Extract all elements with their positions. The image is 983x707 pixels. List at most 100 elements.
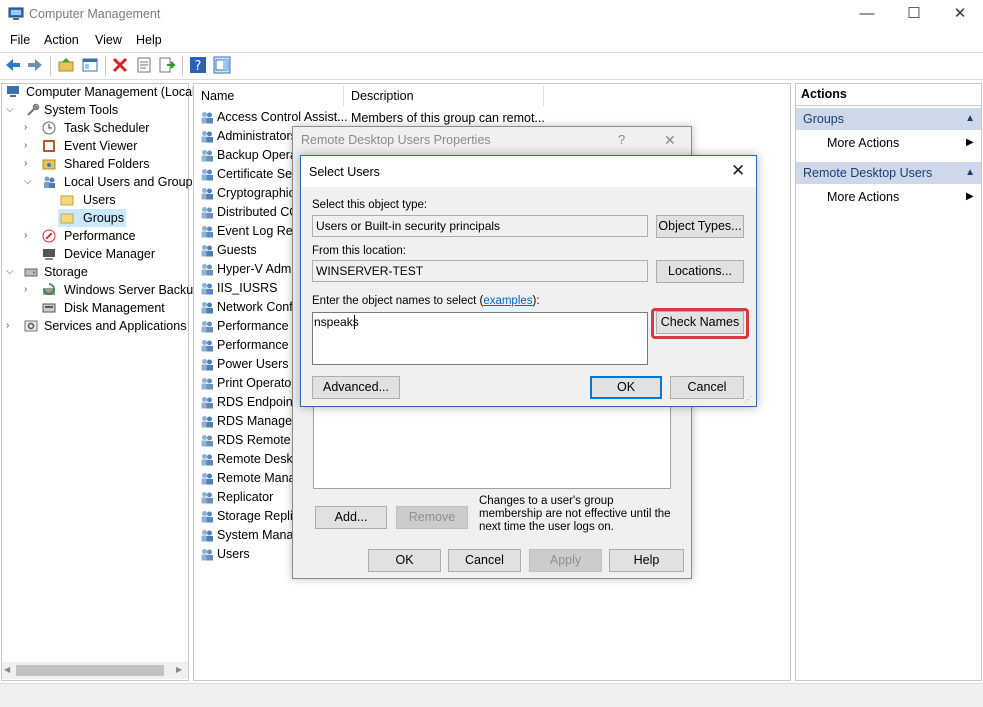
advanced-button[interactable]: Advanced... [312, 376, 400, 399]
chevron-right-icon[interactable]: › [24, 227, 36, 245]
toolbar-separator [50, 56, 51, 76]
remove-member-button[interactable]: Remove [396, 506, 468, 529]
help-icon[interactable]: ? [189, 56, 207, 74]
up-folder-icon[interactable] [57, 56, 75, 74]
menu-action[interactable]: Action [44, 33, 79, 47]
group-name: Access Control Assist... [217, 110, 348, 124]
chevron-down-icon[interactable]: ⌵ [24, 173, 36, 191]
divider [796, 105, 981, 106]
dialog-help-button[interactable]: ? [618, 132, 625, 147]
tree-item-groups-selected[interactable]: Groups [58, 209, 126, 227]
menu-help[interactable]: Help [136, 33, 162, 47]
select-cancel-button[interactable]: Cancel [670, 376, 744, 399]
delete-icon[interactable] [111, 56, 129, 74]
examples-link[interactable]: examples [483, 295, 532, 307]
highlight-annotation [651, 308, 749, 339]
group-name: Administrators [217, 129, 297, 143]
group-name: RDS Remote A [217, 433, 302, 447]
scroll-right-arrow-icon[interactable]: ▶ [176, 665, 182, 674]
toolbar-separator [105, 56, 106, 76]
chevron-down-icon[interactable]: ⌵ [6, 101, 18, 119]
chevron-right-icon[interactable]: › [24, 119, 36, 137]
chevron-right-icon[interactable]: › [24, 155, 36, 173]
group-name: IIS_IUSRS [217, 281, 278, 295]
show-hide-action-pane-icon[interactable] [213, 56, 231, 74]
disk-icon [42, 303, 56, 313]
select-users-close-button[interactable]: ✕ [731, 161, 745, 181]
more-actions-remote-desktop-users[interactable]: More Actions [827, 190, 899, 204]
computer-management-icon [7, 86, 19, 97]
section-label: Groups [803, 112, 844, 126]
group-icon [201, 226, 213, 238]
collapse-up-icon[interactable]: ▲ [965, 108, 975, 130]
object-names-input[interactable]: nspeaks [312, 312, 648, 365]
group-icon [201, 112, 213, 124]
group-icon [201, 245, 213, 257]
collapse-up-icon[interactable]: ▲ [965, 162, 975, 184]
system-tools-icon [27, 103, 40, 116]
group-name: RDS Endpoint [217, 395, 297, 409]
group-icon [201, 169, 213, 181]
group-name: Storage Replic [217, 509, 299, 523]
group-name: Performance L [217, 319, 299, 333]
svg-text:?: ? [195, 59, 202, 74]
group-name: Performance M [217, 338, 303, 352]
group-icon [201, 492, 213, 504]
group-icon [201, 207, 213, 219]
close-window-button[interactable]: ✕ [937, 0, 983, 30]
back-arrow-icon[interactable] [4, 56, 22, 74]
chevron-right-icon[interactable]: › [24, 281, 36, 299]
scrollbar-thumb[interactable] [16, 665, 164, 676]
tree-label: Performance [64, 229, 136, 243]
menu-view[interactable]: View [95, 33, 122, 47]
minimize-button[interactable]: — [844, 0, 890, 30]
group-icon [201, 473, 213, 485]
group-icon [201, 511, 213, 523]
tree-label: Groups [83, 211, 124, 225]
locations-button[interactable]: Locations... [656, 260, 744, 283]
tree-label: Disk Management [64, 301, 165, 315]
device-manager-icon [43, 249, 55, 260]
actions-header: Actions [801, 87, 847, 101]
group-name: Cryptographic [217, 186, 295, 200]
props-apply-button[interactable]: Apply [529, 549, 602, 572]
services-icon [24, 320, 38, 332]
group-name: Remote Deskto [217, 452, 304, 466]
chevron-right-icon[interactable]: › [24, 137, 36, 155]
maximize-button[interactable]: ☐ [891, 0, 937, 30]
chevron-down-icon[interactable]: ⌵ [6, 263, 18, 281]
menu-file[interactable]: File [10, 33, 30, 47]
resize-grip-icon[interactable]: ⋰ [744, 396, 754, 406]
members-list[interactable] [313, 400, 671, 489]
storage-icon [24, 268, 38, 277]
actions-section-remote-desktop-users[interactable]: Remote Desktop Users ▲ [796, 162, 981, 184]
tree-label: Device Manager [64, 247, 156, 261]
actions-section-groups[interactable]: Groups ▲ [796, 108, 981, 130]
chevron-right-icon[interactable]: › [6, 317, 18, 335]
select-ok-button[interactable]: OK [590, 376, 662, 399]
group-icon [201, 359, 213, 371]
more-actions-groups[interactable]: More Actions [827, 136, 899, 150]
group-icon [201, 549, 213, 561]
location-field: WINSERVER-TEST [312, 260, 648, 282]
scroll-left-arrow-icon[interactable]: ◀ [4, 665, 10, 674]
location-label: From this location: [312, 245, 406, 257]
props-help-button[interactable]: Help [609, 549, 684, 572]
dialog-close-button[interactable]: ✕ [664, 132, 676, 149]
props-ok-button[interactable]: OK [368, 549, 441, 572]
object-types-button[interactable]: Object Types... [656, 215, 744, 238]
props-cancel-button[interactable]: Cancel [448, 549, 521, 572]
column-header-name[interactable]: Name [201, 86, 344, 106]
properties-icon[interactable] [135, 56, 153, 74]
shared-folder-icon [42, 159, 56, 170]
group-icon [201, 264, 213, 276]
column-header-description[interactable]: Description [351, 86, 544, 106]
add-member-button[interactable]: Add... [315, 506, 387, 529]
show-hide-tree-icon[interactable] [81, 56, 99, 74]
forward-arrow-icon[interactable] [26, 56, 44, 74]
group-name: System Manag [217, 528, 301, 542]
text-cursor [354, 315, 355, 329]
export-list-icon[interactable] [158, 56, 176, 74]
object-names-label: Enter the object names to select (exampl… [312, 295, 540, 307]
tree-label: Event Viewer [64, 139, 138, 153]
